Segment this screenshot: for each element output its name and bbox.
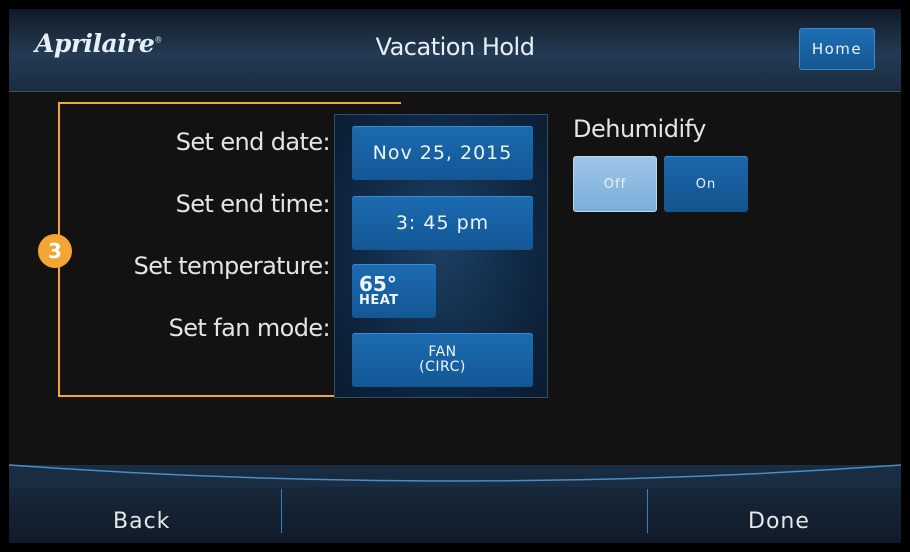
- header-bar: Aprilaire® Vacation Hold Home: [9, 9, 901, 92]
- dehumidify-off-button[interactable]: Off: [573, 156, 657, 212]
- end-time-button[interactable]: 3: 45 pm: [352, 196, 533, 250]
- thermostat-screen: Aprilaire® Vacation Hold Home 3 Set end …: [9, 9, 901, 543]
- end-time-label: Set end time:: [175, 190, 331, 218]
- temperature-button[interactable]: 65° HEAT: [352, 264, 436, 318]
- fan-mode-line1: FAN: [428, 344, 457, 360]
- fan-mode-button[interactable]: FAN (CIRC): [352, 333, 533, 387]
- footer-divider-left: [281, 489, 282, 533]
- fan-mode-line2: (CIRC): [419, 359, 466, 375]
- fan-mode-label: Set fan mode:: [168, 314, 331, 342]
- temperature-label: Set temperature:: [133, 252, 331, 280]
- step-number-badge: 3: [38, 234, 72, 268]
- end-date-label: Set end date:: [175, 128, 331, 156]
- dehumidify-on-button[interactable]: On: [664, 156, 748, 212]
- done-button[interactable]: Done: [748, 509, 810, 534]
- temperature-value: 65°: [359, 272, 397, 296]
- home-button[interactable]: Home: [799, 28, 875, 70]
- footer-curve: [9, 464, 901, 487]
- end-date-button[interactable]: Nov 25, 2015: [352, 126, 533, 180]
- temperature-mode: HEAT: [359, 293, 399, 308]
- page-title: Vacation Hold: [375, 33, 535, 61]
- dehumidify-label: Dehumidify: [573, 115, 706, 143]
- footer-divider-right: [647, 489, 648, 533]
- back-button[interactable]: Back: [113, 509, 170, 534]
